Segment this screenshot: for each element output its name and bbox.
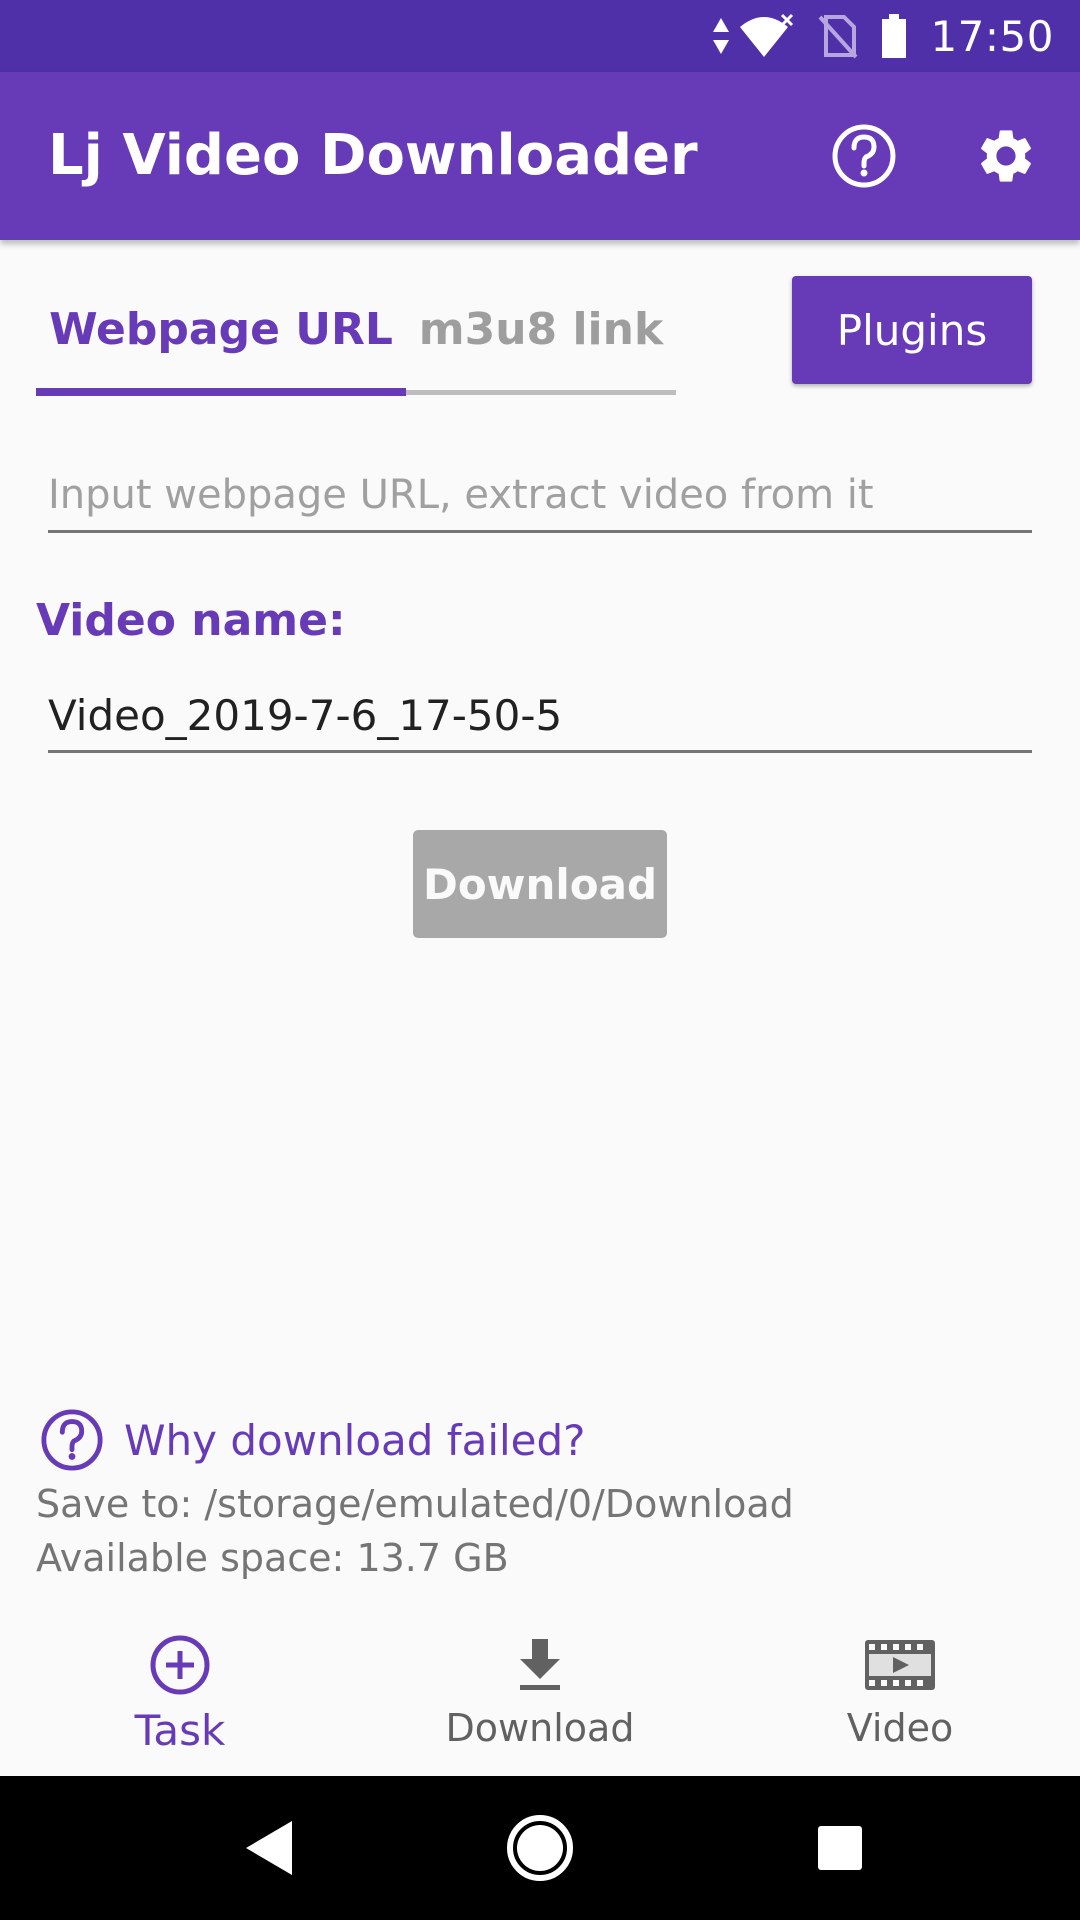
- app-bar: Lj Video Downloader: [0, 72, 1080, 240]
- help-button[interactable]: [826, 118, 902, 194]
- home-icon: [507, 1815, 573, 1881]
- video-name-label: Video name:: [36, 595, 346, 646]
- webpage-url-input[interactable]: [48, 460, 1032, 533]
- save-path-text: Save to: /storage/emulated/0/Download: [36, 1482, 794, 1526]
- nav-item-download[interactable]: Download: [360, 1610, 720, 1776]
- video-film-icon: [863, 1632, 937, 1698]
- back-button[interactable]: [234, 1812, 306, 1884]
- status-bar: 17:50: [0, 0, 1080, 72]
- bottom-navigation: Task Download Video: [0, 1610, 1080, 1776]
- tab-webpage-url[interactable]: Webpage URL: [36, 270, 406, 390]
- download-button[interactable]: Download: [413, 830, 667, 938]
- back-icon: [246, 1821, 292, 1875]
- plugins-button[interactable]: Plugins: [792, 276, 1032, 384]
- battery-icon: [880, 12, 908, 60]
- tab-m3u8-link[interactable]: m3u8 link: [406, 270, 676, 390]
- nav-item-task[interactable]: Task: [0, 1610, 360, 1776]
- nav-label-task: Task: [134, 1706, 226, 1755]
- settings-button[interactable]: [968, 118, 1044, 194]
- system-navigation-bar: [0, 1776, 1080, 1920]
- download-icon: [516, 1632, 564, 1698]
- why-download-failed-label: Why download failed?: [124, 1415, 586, 1465]
- nav-label-download: Download: [445, 1706, 635, 1750]
- home-button[interactable]: [504, 1812, 576, 1884]
- source-tabs: Webpage URL m3u8 link: [36, 270, 676, 396]
- no-sim-icon: [818, 12, 858, 60]
- nav-label-video: Video: [846, 1706, 954, 1750]
- video-name-input[interactable]: [48, 680, 1032, 753]
- why-download-failed-link[interactable]: Why download failed?: [40, 1408, 585, 1472]
- available-space-text: Available space: 13.7 GB: [36, 1536, 509, 1580]
- app-title: Lj Video Downloader: [48, 123, 698, 188]
- tab-indicator: [36, 388, 406, 396]
- add-circle-icon: [149, 1632, 211, 1698]
- wifi-icon: [738, 12, 796, 60]
- help-circle-icon: [41, 1409, 103, 1471]
- nav-item-video[interactable]: Video: [720, 1610, 1080, 1776]
- help-icon: [832, 124, 896, 188]
- recents-button[interactable]: [804, 1812, 876, 1884]
- settings-icon: [981, 130, 1031, 182]
- tab-track: [406, 390, 676, 395]
- data-arrows-icon: [712, 12, 730, 60]
- status-time: 17:50: [930, 11, 1054, 61]
- recents-icon: [818, 1826, 862, 1870]
